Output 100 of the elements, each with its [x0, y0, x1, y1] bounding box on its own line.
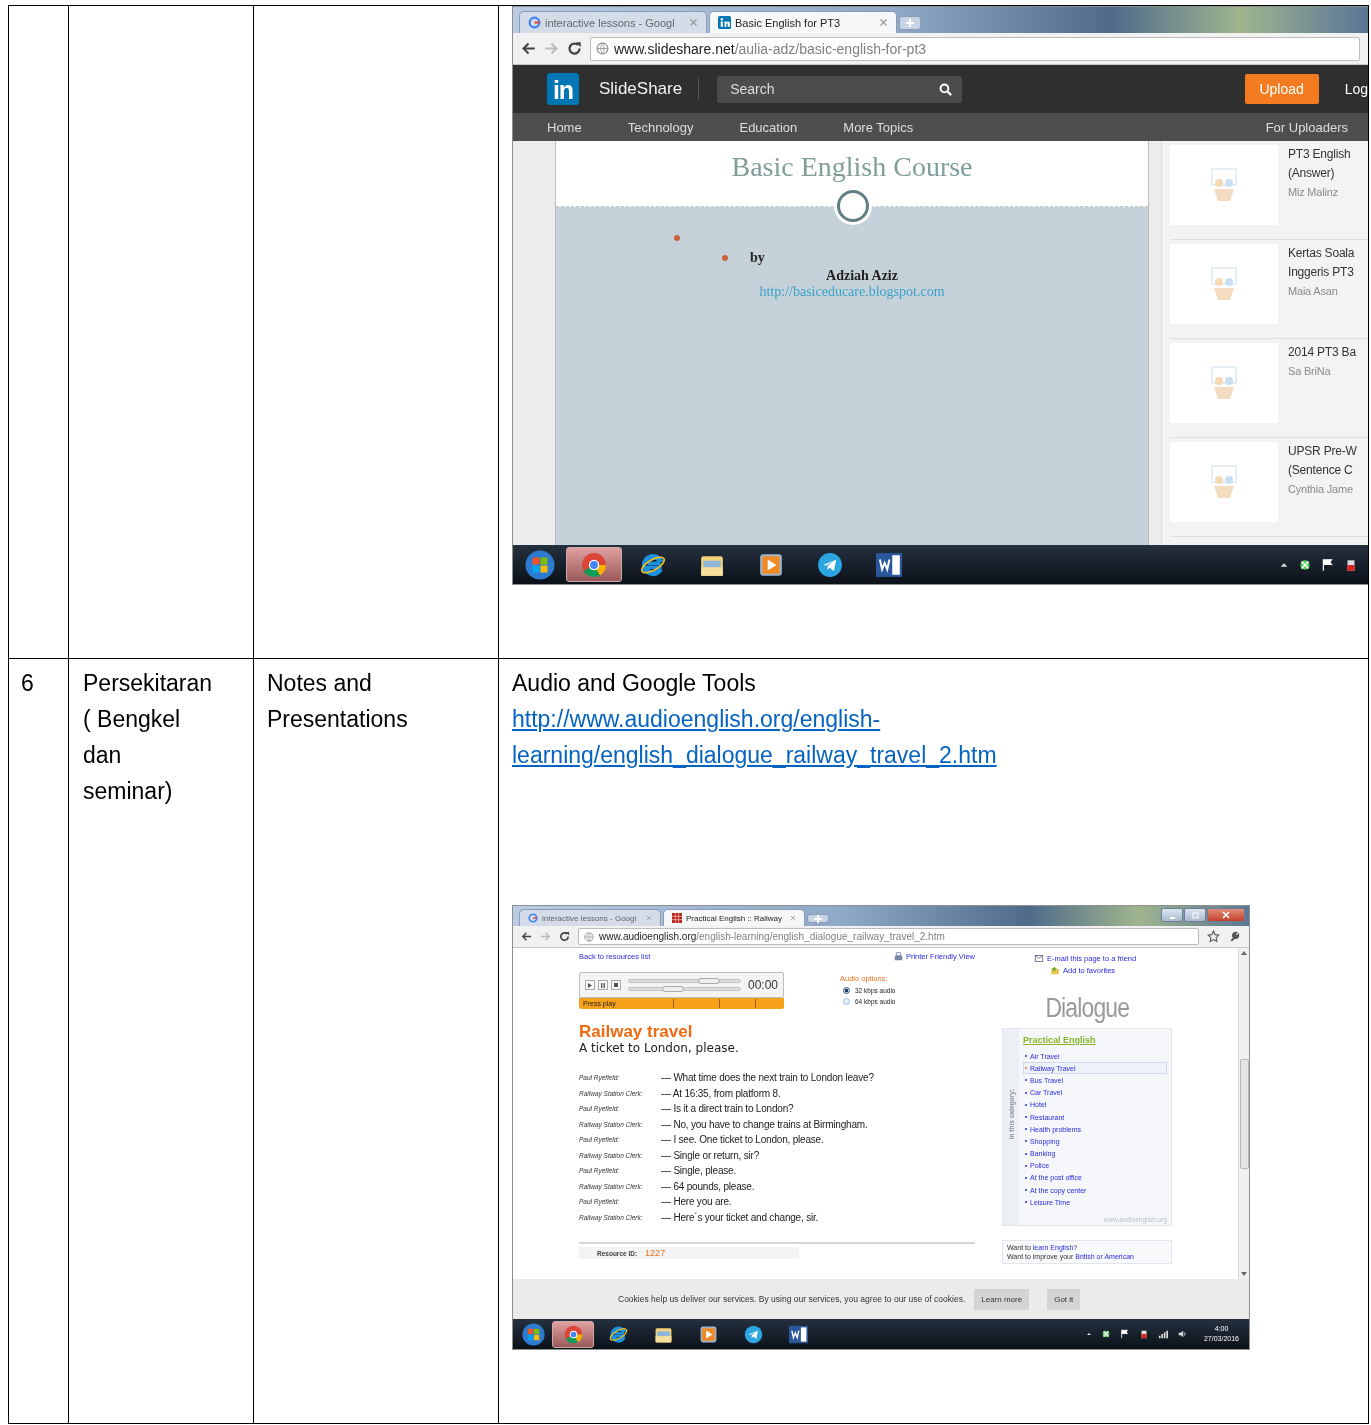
windows-logo-icon — [521, 1322, 545, 1346]
related-title[interactable]: UPSR Pre-W (Sentence C — [1288, 442, 1357, 480]
address-bar[interactable]: www.audioenglish.org/english-learning/english_dialogue_railway_travel_2.htm — [578, 928, 1199, 945]
star-icon[interactable] — [1207, 930, 1220, 943]
scroll-up-icon[interactable] — [1241, 951, 1247, 955]
radio-button[interactable] — [843, 987, 850, 994]
browser-tab[interactable]: Practical English :: Railway — [663, 909, 805, 926]
tray-arrow-icon — [1085, 1331, 1092, 1337]
audio-player[interactable]: 00:00 — [579, 972, 784, 998]
maximize-button[interactable] — [1184, 908, 1206, 922]
dialogue-line: — What time does the next train to London leave? — [661, 1072, 875, 1084]
got-it-button[interactable]: Got it — [1047, 1288, 1081, 1310]
nav-link[interactable]: More Topics — [843, 119, 914, 135]
nav-link[interactable]: Technology — [627, 119, 694, 135]
media-player-icon — [698, 1324, 718, 1344]
related-title[interactable]: Kertas Soala Inggeris PT3 — [1288, 244, 1355, 282]
related-card[interactable]: 2014 PT3 Ba Sa BriNa — [1170, 339, 1368, 438]
slide-title: Basic English Course — [731, 151, 973, 184]
new-tab-button[interactable] — [807, 914, 829, 923]
plus-icon — [906, 19, 914, 27]
dialogue-line: — Here you are. — [661, 1196, 733, 1208]
browser-tab[interactable]: interactive lessons - Googl — [519, 11, 707, 33]
reload-icon[interactable] — [567, 41, 582, 56]
related-title[interactable]: PT3 English (Answer) — [1288, 145, 1351, 183]
related-title[interactable]: 2014 PT3 Ba — [1288, 343, 1356, 362]
cookie-text: Cookies help us deliver our services. By using our services, you agree to our use of cookies. — [618, 1294, 966, 1304]
row-number: 6 — [21, 669, 35, 698]
bullet-icon — [722, 255, 728, 261]
radio-button[interactable] — [843, 998, 850, 1005]
dialogue-line: — Single, please. — [661, 1165, 737, 1177]
stop-button[interactable] — [611, 980, 621, 990]
pause-icon — [601, 982, 605, 988]
dialogue-line: — At 16:35, from platform 8. — [661, 1087, 782, 1099]
pause-button[interactable] — [598, 980, 608, 990]
word-document-icon — [876, 551, 902, 578]
section-heading: Dialogue — [1045, 993, 1129, 1024]
dialogue-line: — No, you have to change trains at Birmingham. — [661, 1118, 869, 1130]
word-document-icon — [788, 1324, 808, 1344]
bullet-icon — [674, 235, 680, 241]
scroll-thumb[interactable] — [1239, 1058, 1249, 1169]
back-arrow-icon[interactable] — [521, 931, 532, 942]
resource-id: 1227 — [645, 1248, 666, 1258]
speaker-icon — [1176, 1329, 1187, 1339]
plus-icon — [814, 914, 822, 923]
flag-icon — [1321, 557, 1335, 572]
resource-link[interactable]: http://www.audioenglish.org/english-learning/english_dialogue_railway_travel_2.htm — [512, 701, 1112, 773]
login-link[interactable]: Log — [1344, 81, 1368, 97]
flag-icon — [1119, 1329, 1130, 1339]
close-icon — [689, 18, 698, 27]
windows-logo-icon — [525, 549, 555, 580]
chrome-icon — [563, 1324, 583, 1344]
browser-tab[interactable]: Basic English for PT3 — [709, 11, 897, 33]
learn-more-button[interactable]: Learn more — [974, 1288, 1030, 1310]
globe-icon — [584, 931, 594, 942]
new-tab-button[interactable] — [899, 16, 921, 30]
wrench-icon[interactable] — [1228, 930, 1241, 943]
back-arrow-icon[interactable] — [521, 41, 536, 56]
dialogue-title: Railway travel — [579, 1023, 694, 1041]
taskbar-button[interactable] — [552, 1320, 594, 1348]
search-icon — [939, 82, 953, 96]
tray-network-icon — [1100, 1329, 1111, 1339]
minimize-button[interactable] — [1161, 908, 1183, 922]
browser-e-icon — [640, 551, 666, 578]
browser-tab[interactable]: interactive lessons - Googl — [519, 909, 661, 926]
area-text: Persekitaran ( Bengkel dan seminar) — [83, 669, 209, 806]
signal-icon — [1157, 1329, 1168, 1339]
close-icon — [879, 18, 888, 27]
tray-network-icon — [1298, 557, 1312, 572]
email-icon — [1034, 954, 1044, 963]
paper-plane-icon — [817, 551, 843, 578]
slideshare-logo[interactable]: in — [547, 73, 579, 105]
author-name: Adziah Aziz — [826, 268, 898, 284]
close-button[interactable] — [1207, 908, 1245, 922]
play-button[interactable] — [585, 980, 595, 990]
nav-link[interactable]: Home — [547, 119, 582, 135]
dialogue-line: — Single or return, sir? — [661, 1149, 761, 1161]
close-icon — [790, 915, 796, 921]
media-player-icon — [758, 551, 784, 578]
globe-icon — [596, 42, 609, 55]
maximize-icon — [1191, 911, 1199, 919]
search-field[interactable]: Search — [717, 75, 963, 103]
dialogue-line: — 64 pounds, please. — [661, 1180, 756, 1192]
chrome-icon — [581, 551, 607, 578]
reload-icon[interactable] — [559, 931, 570, 942]
related-card[interactable]: PT3 English (Answer) Miz Malinz — [1170, 141, 1368, 240]
printer-icon — [893, 952, 903, 961]
dialogue-line: — Here´s your ticket and change, sir. — [661, 1211, 820, 1223]
scrollbar[interactable] — [1238, 948, 1249, 1279]
related-card[interactable]: Kertas Soala Inggeris PT3 Maia Asan — [1170, 240, 1368, 339]
player-time: 00:00 — [747, 978, 778, 992]
related-author: Cynthia Jame — [1288, 482, 1354, 497]
slide-text: by — [750, 250, 765, 266]
stop-icon — [614, 983, 618, 987]
nav-link[interactable]: Education — [739, 119, 798, 135]
related-card[interactable]: UPSR Pre-W (Sentence C Cynthia Jame — [1170, 438, 1368, 537]
nav-link[interactable]: For Uploaders — [1265, 119, 1348, 135]
scroll-down-icon[interactable] — [1241, 1272, 1247, 1276]
address-bar[interactable]: www.slideshare.net/aulia-adz/basic-english-for-pt3 — [590, 36, 1360, 61]
tool-title: Audio and Google Tools — [512, 669, 757, 698]
related-author: Sa BriNa — [1288, 364, 1332, 379]
